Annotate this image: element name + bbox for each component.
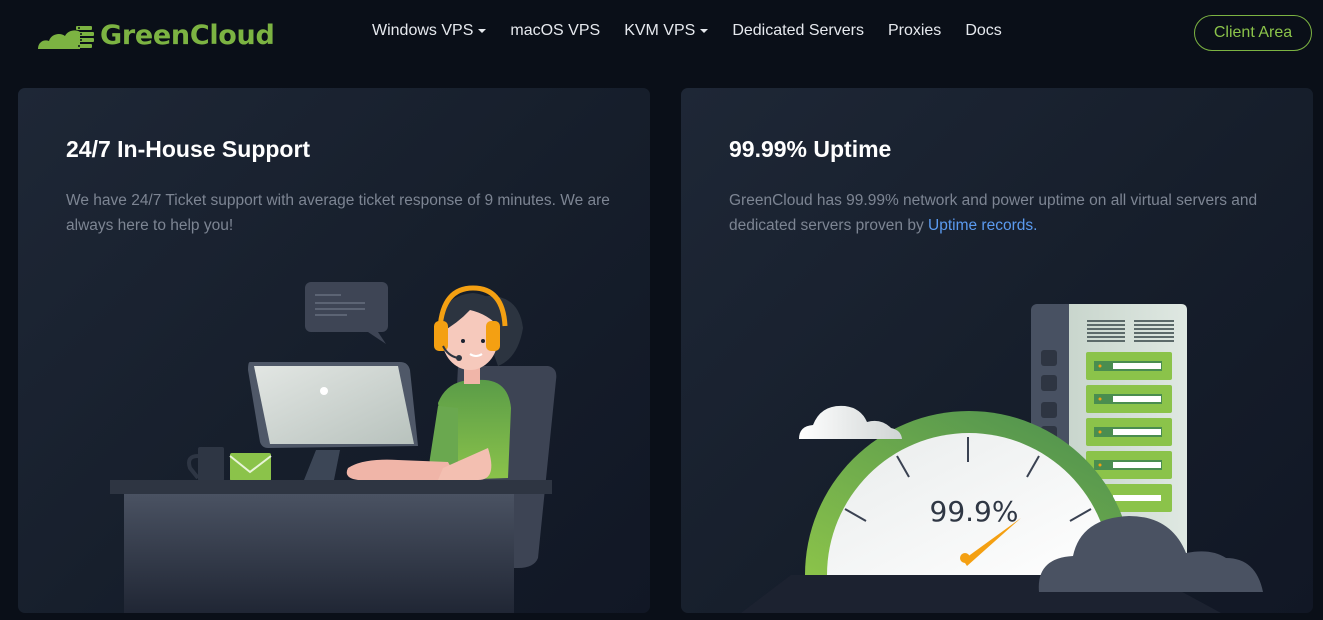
nav-label: Proxies [887, 22, 942, 39]
uptime-records-link[interactable]: Uptime records. [928, 217, 1037, 234]
support-agent-illustration [110, 282, 557, 613]
nav-dedicated-servers[interactable]: Dedicated Servers [732, 22, 864, 40]
uptime-card: 99.9% 99.99% Uptime GreenCloud has 99.99… [681, 88, 1313, 613]
top-navbar: GreenCloud Windows VPS macOS VPS KVM VPS… [0, 0, 1323, 70]
client-area-button[interactable]: Client Area [1194, 15, 1312, 51]
nav-windows-vps[interactable]: Windows VPS [372, 22, 487, 40]
caret-down-icon [700, 29, 709, 33]
envelope-icon [229, 453, 272, 481]
nav-macos-vps[interactable]: macOS VPS [510, 22, 600, 40]
speech-bubble-icon [305, 282, 388, 344]
desk-top [110, 480, 552, 494]
cloud-icon [799, 405, 902, 439]
nav-label: KVM VPS [624, 22, 696, 39]
nav-label: Windows VPS [372, 22, 474, 39]
nav-docs[interactable]: Docs [965, 22, 1001, 40]
brand-name: GreenCloud [100, 20, 275, 51]
nav-proxies[interactable]: Proxies [888, 22, 941, 40]
nav-kvm-vps[interactable]: KVM VPS [624, 22, 709, 40]
support-title: 24/7 In-House Support [66, 136, 311, 162]
main-menu: Windows VPS macOS VPS KVM VPS Dedicated … [372, 22, 1026, 40]
mug-icon [187, 447, 224, 481]
uptime-description: GreenCloud has 99.99% network and power … [729, 188, 1289, 238]
nav-label: macOS VPS [510, 22, 601, 39]
logo[interactable]: GreenCloud [36, 20, 275, 51]
caret-down-icon [478, 29, 487, 33]
nav-label: Dedicated Servers [732, 22, 864, 39]
support-card: 24/7 In-House Support We have 24/7 Ticke… [18, 88, 650, 613]
desk-body [124, 494, 514, 613]
uptime-title: 99.99% Uptime [729, 136, 892, 162]
support-description: We have 24/7 Ticket support with average… [66, 192, 610, 234]
uptime-illustration: 99.9% [741, 304, 1263, 613]
nav-label: Docs [965, 22, 1002, 39]
gauge-value: 99.9% [930, 495, 1019, 528]
cloud-logo-icon [38, 25, 94, 49]
